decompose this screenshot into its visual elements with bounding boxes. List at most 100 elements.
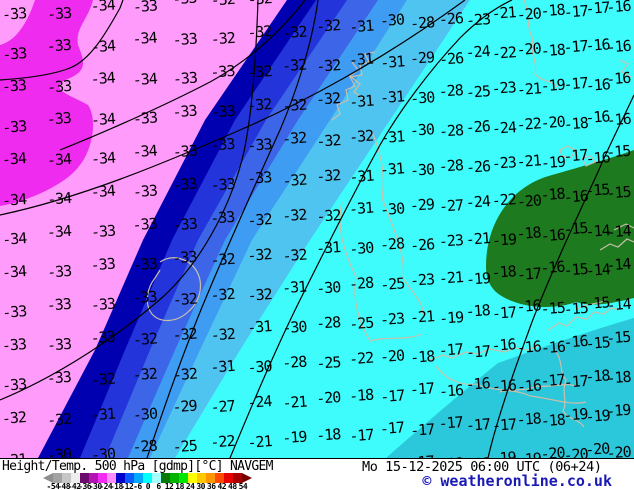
temperature-value: -21 xyxy=(516,151,541,171)
temperature-value: -33 xyxy=(90,295,115,315)
temperature-value: -33 xyxy=(172,142,197,162)
temperature-value: -33 xyxy=(132,109,157,129)
temperature-value: -33 xyxy=(172,102,197,122)
temperature-value: -30 xyxy=(247,357,272,377)
temperature-value: -17 xyxy=(438,413,463,433)
temperature-value: -31 xyxy=(380,127,405,147)
temperature-value: -26 xyxy=(438,49,463,69)
temperature-value: -16 xyxy=(516,337,541,357)
temperature-value: -33 xyxy=(172,175,197,195)
temperature-value: -33 xyxy=(46,262,71,282)
temperature-value: -32 xyxy=(210,29,235,49)
temperature-value: -28 xyxy=(348,274,373,294)
temperature-value: -20 xyxy=(316,388,341,408)
temperature-value: -33 xyxy=(132,255,157,275)
temperature-value: -19 xyxy=(540,153,565,173)
temperature-value: -20 xyxy=(516,4,541,24)
temperature-value: -32 xyxy=(316,166,341,186)
scale-label: 36 xyxy=(207,482,216,490)
temperature-value: -23 xyxy=(409,270,434,290)
temperature-value: -32 xyxy=(210,285,235,305)
temperature-value: -31 xyxy=(349,92,374,112)
temperature-value: -29 xyxy=(172,397,197,417)
temperature-value: -32 xyxy=(210,0,235,10)
temperature-value: -16 xyxy=(540,258,565,278)
temperature-value: -33 xyxy=(1,4,26,24)
temperature-value: -31 xyxy=(349,17,374,37)
temperature-value: -33 xyxy=(2,302,27,322)
temperature-value: -32 xyxy=(348,127,373,147)
temperature-value: -31 xyxy=(282,278,307,298)
copyright-link[interactable]: © weatheronline.co.uk xyxy=(422,472,612,490)
temperature-value: -32 xyxy=(282,56,307,76)
temperature-value: -33 xyxy=(1,375,26,395)
temperature-value: -27 xyxy=(210,397,235,417)
temperature-value: -18 xyxy=(316,425,341,445)
temperature-value: -20 xyxy=(540,444,565,458)
temperature-value: -32 xyxy=(172,290,197,310)
temperature-value: -21 xyxy=(438,268,463,288)
temperature-value: -17 xyxy=(465,342,490,362)
temperature-value: -16 xyxy=(465,374,490,394)
temperature-value: -34 xyxy=(1,262,26,282)
temperature-value: -34 xyxy=(90,149,115,169)
temperature-value: -33 xyxy=(172,0,197,8)
temperature-value: -26 xyxy=(409,235,434,255)
temperature-value: -31 xyxy=(348,199,373,219)
temperature-value: -18 xyxy=(516,223,541,243)
temperature-value: -16 xyxy=(491,376,516,396)
temperature-value: -19 xyxy=(606,401,631,421)
temperature-value: -28 xyxy=(438,81,463,101)
temperature-value: -16 xyxy=(540,338,565,358)
temperature-value: -16 xyxy=(516,376,541,396)
temperature-value: -32 xyxy=(132,330,157,350)
temperature-value: -31 xyxy=(379,87,404,107)
temperature-value: -33 xyxy=(132,0,157,16)
temperature-value: -32 xyxy=(247,285,272,305)
map-canvas: -33-33-34-33-33-32-32-32-32-32-31-29-27-… xyxy=(0,0,634,458)
legend-bar: Height/Temp. 500 hPa [gdmp][°C] NAVGEM M… xyxy=(0,458,634,490)
scale-label: 18 xyxy=(175,482,184,490)
temperature-value: -14 xyxy=(606,255,631,275)
temperature-value: -22 xyxy=(348,349,373,369)
temperature-value: -32 xyxy=(172,365,197,385)
temperature-value: -32 xyxy=(282,96,307,116)
temperature-value: -20 xyxy=(516,191,541,211)
temperature-value: -32 xyxy=(247,245,272,265)
temperature-value: -32 xyxy=(172,325,197,345)
temperature-value: -33 xyxy=(47,4,72,24)
temperature-value: -17 xyxy=(349,426,374,446)
temperature-value: -31 xyxy=(2,450,27,458)
temperature-value: -32 xyxy=(316,131,341,151)
temperature-value: -15 xyxy=(606,183,631,203)
temperature-value: -21 xyxy=(516,79,541,99)
temperature-value: -32 xyxy=(247,0,272,9)
temperature-value: -18 xyxy=(540,1,565,21)
temperature-value: -30 xyxy=(379,10,404,30)
temperature-value: -28 xyxy=(132,437,157,457)
temperature-value: -22 xyxy=(516,114,541,134)
temperature-value: -32 xyxy=(282,23,307,43)
temperature-value: -34 xyxy=(46,222,71,242)
temperature-value: -34 xyxy=(1,190,26,210)
temperature-value: -33 xyxy=(46,368,71,388)
temperature-value: -16 xyxy=(606,0,631,16)
temperature-value: -33 xyxy=(172,30,197,50)
temperature-value: -25 xyxy=(380,274,405,294)
temperature-value: -32 xyxy=(210,325,235,345)
temperature-value: -30 xyxy=(409,120,434,140)
temperature-value: -32 xyxy=(132,365,157,385)
temperature-value: -30 xyxy=(409,160,434,180)
temperature-value: -17 xyxy=(409,379,434,399)
temperature-value: -16 xyxy=(491,335,516,355)
temperature-value: -17 xyxy=(380,386,405,406)
temperature-value: -30 xyxy=(316,278,341,298)
scale-label: 48 xyxy=(228,482,237,490)
temperature-value: -24 xyxy=(247,392,272,412)
temperature-value: -21 xyxy=(247,432,272,452)
temperature-value: -33 xyxy=(46,77,71,97)
temperature-value: -31 xyxy=(90,405,115,425)
temperature-value: -33 xyxy=(46,335,71,355)
temperature-value: -33 xyxy=(90,222,115,242)
temperature-value: -23 xyxy=(491,153,516,173)
